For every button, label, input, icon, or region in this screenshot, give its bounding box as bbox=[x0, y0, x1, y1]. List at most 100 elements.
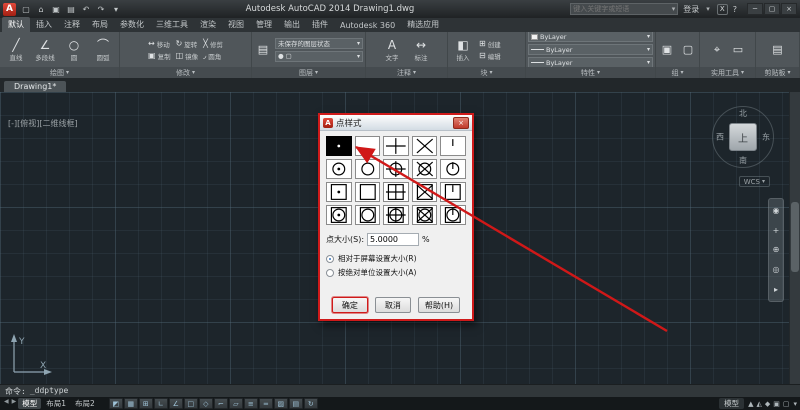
wcs-menu[interactable]: WCS ▾ bbox=[738, 176, 770, 187]
annotation-visibility-icon[interactable]: ◭ bbox=[756, 400, 761, 408]
undo-icon[interactable]: ↶ bbox=[80, 3, 92, 15]
ortho-mode-toggle[interactable]: ∟ bbox=[153, 398, 168, 409]
point-style-circle-square[interactable] bbox=[354, 205, 381, 225]
point-size-input[interactable] bbox=[367, 233, 420, 246]
layer-state-dropdown[interactable]: 未保存的图层状态 ▾ bbox=[275, 37, 363, 49]
viewcube-top-face[interactable]: 上 bbox=[729, 123, 757, 151]
open-file-icon[interactable]: ⌂ bbox=[35, 3, 47, 15]
point-style-square-dot[interactable] bbox=[326, 182, 352, 202]
point-style-dot[interactable] bbox=[326, 136, 352, 156]
point-style-circle-square-dot[interactable] bbox=[326, 205, 352, 225]
minimize-button[interactable]: ─ bbox=[747, 3, 763, 15]
layer-properties-icon[interactable]: ▤ bbox=[254, 41, 272, 59]
viewport-controls[interactable]: [-][俯视][二维线框] bbox=[8, 118, 78, 129]
ribbon-tab-home[interactable]: 默认 bbox=[2, 17, 30, 32]
point-style-square-tick[interactable] bbox=[440, 182, 466, 202]
quick-properties-toggle[interactable]: ▤ bbox=[288, 398, 303, 409]
insert-block-tool[interactable]: ◧ 插入 bbox=[450, 38, 476, 62]
group-tool[interactable]: ▣ bbox=[658, 41, 676, 59]
dialog-titlebar[interactable]: A 点样式 × bbox=[320, 115, 472, 131]
lock-ui-icon[interactable]: ▣ bbox=[773, 400, 780, 408]
arc-tool[interactable]: ⌒ 圆弧 bbox=[90, 38, 116, 62]
point-style-plus[interactable] bbox=[383, 136, 409, 156]
point-style-circle-square-plus[interactable] bbox=[383, 205, 409, 225]
object-snap-tracking-toggle[interactable]: ⌐ bbox=[213, 398, 228, 409]
ribbon-tab-plugins[interactable]: 插件 bbox=[306, 17, 334, 32]
ok-button[interactable]: 确定 bbox=[331, 297, 368, 313]
point-style-circle[interactable] bbox=[354, 159, 381, 179]
panel-label-layers[interactable]: 图层 ▾ bbox=[252, 67, 365, 78]
ribbon-tab-layout[interactable]: 布局 bbox=[86, 17, 114, 32]
help-button[interactable]: 帮助(H) bbox=[417, 297, 461, 313]
ribbon-tab-insert[interactable]: 插入 bbox=[30, 17, 58, 32]
point-style-circle-plus[interactable] bbox=[383, 159, 409, 179]
dialog-close-button[interactable]: × bbox=[453, 116, 469, 129]
point-style-square-cross[interactable] bbox=[411, 182, 438, 202]
panel-label-modify[interactable]: 修改 ▾ bbox=[120, 67, 251, 78]
ribbon-tab-annotate[interactable]: 注释 bbox=[58, 17, 86, 32]
save-icon[interactable]: ▣ bbox=[50, 3, 62, 15]
close-button[interactable]: × bbox=[781, 3, 797, 15]
layout-tab-model[interactable]: 模型 bbox=[18, 398, 42, 409]
signin-button[interactable]: 登录 bbox=[683, 4, 699, 15]
orbit-icon[interactable]: ◎ bbox=[773, 265, 780, 274]
layout-tab-layout2[interactable]: 布局2 bbox=[71, 398, 99, 409]
object-color-dropdown[interactable]: ByLayer ▾ bbox=[528, 32, 653, 42]
search-box[interactable]: ▾ bbox=[570, 3, 679, 15]
point-style-circle-square-tick[interactable] bbox=[440, 205, 466, 225]
pan-icon[interactable]: + bbox=[773, 226, 780, 235]
point-style-cross[interactable] bbox=[411, 136, 438, 156]
search-input[interactable] bbox=[571, 5, 670, 13]
navigation-wheel-icon[interactable]: ◉ bbox=[773, 206, 780, 215]
redo-icon[interactable]: ↷ bbox=[95, 3, 107, 15]
dynamic-ucs-toggle[interactable]: ▱ bbox=[228, 398, 243, 409]
zoom-icon[interactable]: ⊕ bbox=[773, 245, 780, 254]
plot-icon[interactable]: ▤ bbox=[65, 3, 77, 15]
object-snap-toggle[interactable]: □ bbox=[183, 398, 198, 409]
point-style-square[interactable] bbox=[354, 182, 381, 202]
ribbon-tab-autodesk-360[interactable]: Autodesk 360 bbox=[334, 19, 401, 32]
ribbon-tab-parametric[interactable]: 参数化 bbox=[114, 17, 150, 32]
point-style-tick[interactable] bbox=[440, 136, 466, 156]
exchange-apps-icon[interactable]: X bbox=[716, 3, 728, 15]
point-style-circle-dot[interactable] bbox=[326, 159, 352, 179]
measure-tool[interactable]: ⌖ bbox=[708, 41, 726, 59]
polyline-tool[interactable]: ∠ 多段线 bbox=[32, 38, 58, 62]
radio-absolute-size[interactable]: 按绝对单位设置大小(A) bbox=[326, 267, 466, 278]
clean-screen-icon[interactable]: ▢ bbox=[783, 400, 790, 408]
help-icon[interactable]: ? bbox=[733, 5, 737, 14]
autocad-logo-icon[interactable]: A bbox=[3, 2, 16, 16]
layout-nav-arrow-1[interactable]: ▶ bbox=[11, 398, 18, 409]
maximize-button[interactable]: ▢ bbox=[764, 3, 780, 15]
ribbon-tab-featured-apps[interactable]: 精选应用 bbox=[401, 17, 445, 32]
3d-object-snap-toggle[interactable]: ◇ bbox=[198, 398, 213, 409]
ribbon-tab-view[interactable]: 视图 bbox=[222, 17, 250, 32]
ribbon-tab-manage[interactable]: 管理 bbox=[250, 17, 278, 32]
panel-label-clipboard[interactable]: 剪贴板 ▾ bbox=[756, 67, 799, 78]
lineweight-toggle[interactable]: ═ bbox=[258, 398, 273, 409]
showmotion-icon[interactable]: ▸ bbox=[774, 285, 778, 294]
status-chevron-icon[interactable]: ▾ bbox=[793, 400, 797, 408]
search-icon[interactable]: ▾ bbox=[670, 5, 678, 13]
layer-dropdown[interactable]: ● ▢ ▾ bbox=[275, 50, 363, 62]
workspace-switch-icon[interactable]: ◆ bbox=[765, 400, 770, 408]
paste-tool[interactable]: ▤ bbox=[769, 41, 787, 59]
viewcube-south-label[interactable]: 南 bbox=[739, 155, 747, 166]
radio-relative-size[interactable]: 相对于屏幕设置大小(R) bbox=[326, 253, 466, 264]
snap-mode-toggle[interactable]: ▦ bbox=[123, 398, 138, 409]
fillet-tool[interactable]: ◞ 圆角 bbox=[203, 51, 223, 61]
annotation-scale-icon[interactable]: ▲ bbox=[748, 400, 753, 408]
viewcube-north-label[interactable]: 北 bbox=[739, 108, 747, 119]
text-tool[interactable]: A 文字 bbox=[379, 38, 405, 62]
vertical-scrollbar[interactable] bbox=[789, 92, 800, 384]
point-style-circle-square-cross[interactable] bbox=[411, 205, 438, 225]
dimension-tool[interactable]: ↔ 标注 bbox=[408, 38, 434, 62]
model-space-button[interactable]: 模型 bbox=[719, 398, 745, 409]
command-line[interactable]: 命令: _ddptype bbox=[0, 384, 800, 397]
workspace-dropdown-icon[interactable]: ▾ bbox=[110, 3, 122, 15]
panel-label-groups[interactable]: 组 ▾ bbox=[656, 67, 699, 78]
panel-label-block[interactable]: 块 ▾ bbox=[448, 67, 525, 78]
viewcube[interactable]: 北 南 西 东 上 bbox=[712, 106, 774, 168]
cancel-button[interactable]: 取消 bbox=[374, 297, 411, 313]
circle-tool[interactable]: ○ 圆 bbox=[61, 38, 87, 62]
